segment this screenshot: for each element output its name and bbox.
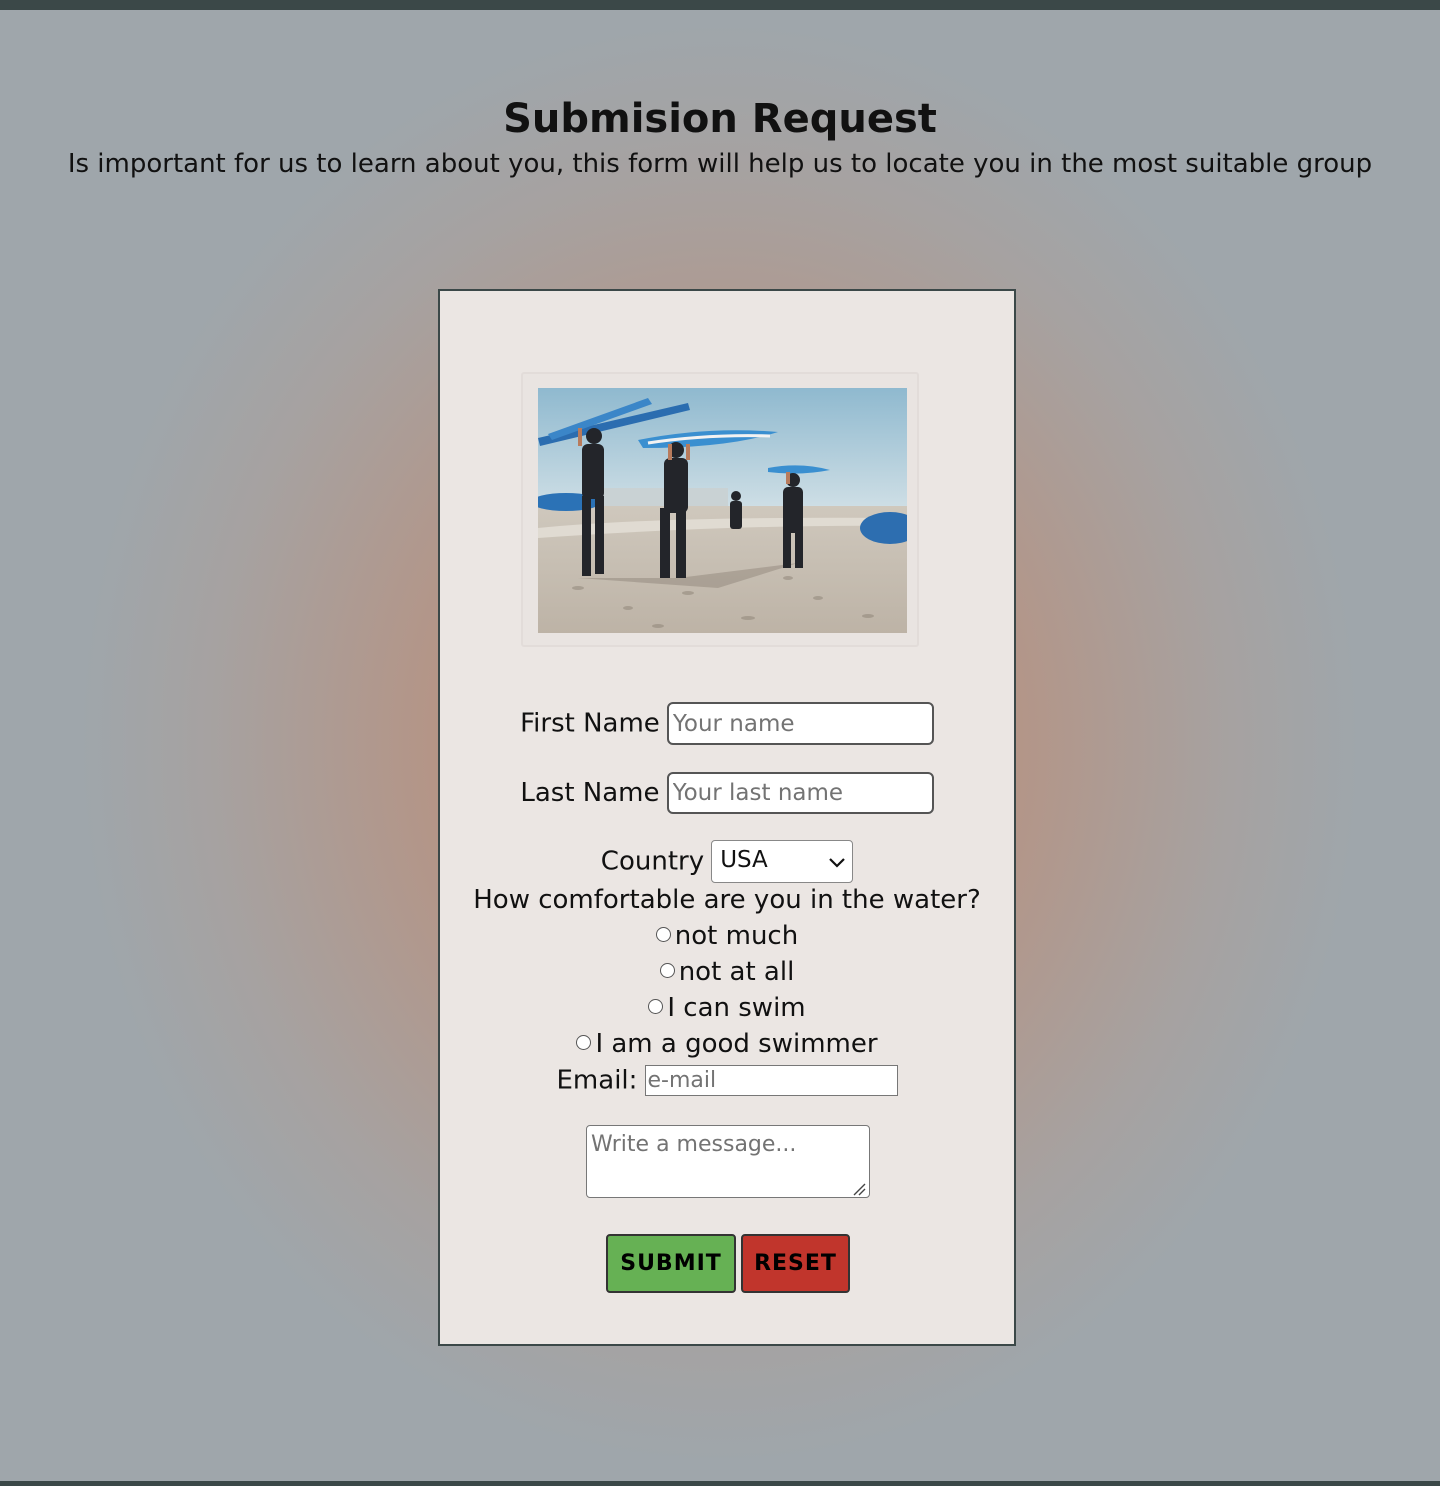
submission-form-card: First Name Last Name Country USA How com… [438,289,1016,1346]
radio-button[interactable] [659,963,675,978]
bottom-bar [0,1481,1440,1486]
last-name-label: Last Name [520,778,660,808]
email-row: Email: [440,1065,1014,1096]
page-title: Submision Request [503,96,937,142]
radio-button[interactable] [648,999,664,1014]
country-row: Country USA [440,840,1014,883]
message-textarea[interactable] [586,1125,870,1198]
comfort-option-not-at-all[interactable]: not at all [440,957,1014,987]
email-label: Email: [556,1065,638,1096]
top-bar [0,0,1440,10]
country-selected-value: USA [720,847,768,873]
chevron-down-icon [828,854,846,873]
first-name-row: First Name [440,702,1014,745]
radio-label: I can swim [667,993,806,1023]
radio-button[interactable] [655,927,671,942]
last-name-input[interactable] [666,772,934,814]
radio-label: I am a good swimmer [595,1029,878,1059]
photo-frame [521,372,919,647]
country-label: Country [600,846,705,877]
radio-button[interactable] [576,1035,592,1050]
radio-label: not at all [678,957,795,987]
resize-grip-icon[interactable] [852,1181,866,1200]
comfort-question: How comfortable are you in the water? [473,885,981,915]
first-name-label: First Name [520,708,660,739]
reset-button[interactable]: RESET [741,1234,850,1293]
comfort-option-can-swim[interactable]: I can swim [440,993,1014,1023]
first-name-input[interactable] [666,702,934,745]
comfort-option-not-much[interactable]: not much [440,921,1014,951]
email-field[interactable] [644,1065,898,1096]
comfort-option-good-swimmer[interactable]: I am a good swimmer [440,1029,1014,1059]
page-subtitle: Is important for us to learn about you, … [67,149,1373,179]
surfers-photo [538,388,907,633]
radio-label: not much [674,921,799,951]
submit-button[interactable]: SUBMIT [606,1234,736,1293]
last-name-row: Last Name [440,772,1014,814]
country-select[interactable]: USA [711,840,854,883]
